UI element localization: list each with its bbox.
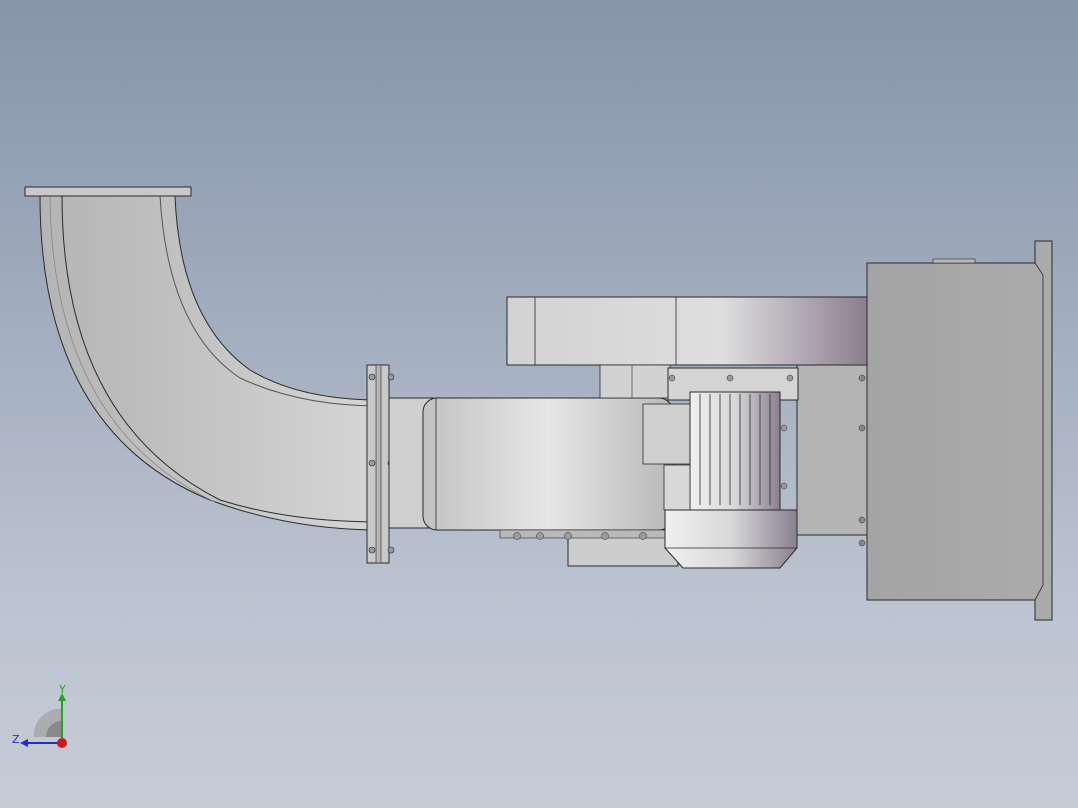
lower-scroll[interactable]	[499, 529, 679, 567]
elbow-top-flange[interactable]	[24, 186, 192, 197]
axis-triad: Y Z	[12, 685, 67, 748]
z-axis-label: Z	[12, 733, 20, 746]
connecting-duct[interactable]	[388, 397, 674, 531]
mounting-plate[interactable]	[796, 364, 868, 536]
y-axis-label: Y	[58, 685, 66, 696]
z-axis-arrow	[20, 739, 28, 747]
x-axis-dot	[57, 738, 67, 748]
outlet-elbow[interactable]	[39, 195, 381, 531]
blower-assembly-model[interactable]	[0, 0, 1078, 808]
right-housing[interactable]	[866, 240, 1053, 621]
graphics-viewport[interactable]: Y Z	[0, 0, 1078, 808]
